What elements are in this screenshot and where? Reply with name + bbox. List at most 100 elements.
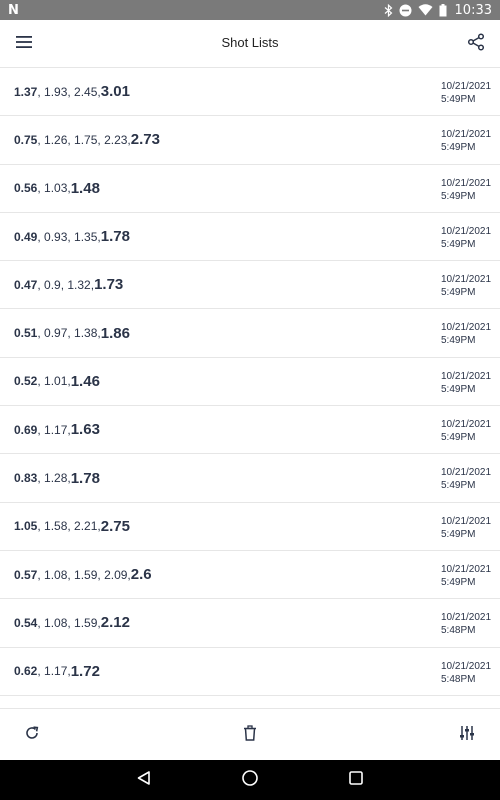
- shot-list-row[interactable]: 0.51, 0.97, 1.38, 1.86 10/21/2021 5:49PM: [0, 309, 500, 358]
- settings-button[interactable]: [455, 723, 479, 747]
- delete-button[interactable]: [238, 723, 262, 747]
- timestamp-date: 10/21/2021: [441, 370, 492, 382]
- middle-shot-times: , 1.93, 2.45,: [37, 84, 101, 99]
- timestamp-date: 10/21/2021: [441, 129, 492, 141]
- shot-times: 0.83, 1.28, 1.78: [14, 454, 100, 501]
- last-shot-time: 1.78: [70, 469, 100, 487]
- timestamp-date: 10/21/2021: [441, 419, 492, 431]
- middle-shot-times: , 1.03,: [37, 181, 71, 196]
- bluetooth-icon: [384, 3, 393, 17]
- timestamp: 10/21/2021 5:49PM: [441, 80, 491, 106]
- first-shot-time: 0.57: [14, 567, 38, 582]
- shot-list-row[interactable]: 0.75, 1.26, 1.75, 2.23, 2.73 10/21/2021 5:…: [0, 116, 500, 165]
- shot-list-row[interactable]: 0.57, 1.08, 1.59, 2.09, 2.6 10/21/2021 5:4…: [0, 551, 500, 600]
- last-shot-time: 1.78: [100, 228, 130, 246]
- timestamp-time: 5:49PM: [441, 528, 476, 540]
- middle-shot-times: , 1.17,: [37, 664, 71, 679]
- first-shot-time: 1.37: [14, 84, 38, 99]
- timestamp: 10/21/2021 5:49PM: [441, 418, 491, 444]
- shot-times: 0.56, 1.03, 1.48: [14, 165, 100, 212]
- timestamp-time: 5:49PM: [441, 576, 476, 588]
- timestamp: 10/21/2021 5:49PM: [441, 321, 491, 347]
- first-shot-time: 1.05: [14, 519, 38, 534]
- shot-times: 0.54, 1.08, 1.59, 2.12: [14, 599, 130, 646]
- timestamp-date: 10/21/2021: [441, 467, 492, 479]
- status-bar: N 10:33: [0, 0, 500, 20]
- timestamp-date: 10/21/2021: [441, 515, 492, 527]
- first-shot-time: 0.47: [14, 277, 38, 292]
- shot-list-row[interactable]: 0.83, 1.28, 1.78 10/21/2021 5:49PM: [0, 454, 500, 503]
- shot-list-row[interactable]: 0.62, 1.17, 1.72 10/21/2021 5:48PM: [0, 648, 500, 696]
- last-shot-time: 2.73: [130, 131, 160, 149]
- timestamp-time: 5:49PM: [441, 238, 476, 250]
- shot-times: 0.69, 1.17, 1.63: [14, 406, 100, 453]
- timestamp: 10/21/2021 5:49PM: [441, 515, 491, 541]
- timestamp-time: 5:49PM: [441, 383, 476, 395]
- shot-times: 1.37, 1.93, 2.45, 3.01: [14, 68, 130, 115]
- battery-icon: [439, 3, 447, 17]
- timestamp-time: 5:49PM: [441, 94, 476, 105]
- status-icons: 10:33: [384, 2, 492, 18]
- shot-times: 0.62, 1.17, 1.72: [14, 648, 100, 695]
- app-bar: Shot Lists: [0, 20, 500, 68]
- shot-list-row[interactable]: 0.49, 0.93, 1.35, 1.78 10/21/2021 5:49PM: [0, 213, 500, 262]
- dnd-icon: [399, 4, 412, 17]
- timestamp-time: 5:49PM: [441, 335, 476, 347]
- timestamp: 10/21/2021 5:49PM: [441, 466, 491, 492]
- timestamp: 10/21/2021 5:49PM: [441, 177, 491, 203]
- timestamp-time: 5:49PM: [441, 480, 476, 492]
- last-shot-time: 1.73: [94, 276, 124, 294]
- timestamp: 10/21/2021 5:48PM: [441, 611, 491, 637]
- middle-shot-times: , 1.08, 1.59, 2.09,: [37, 567, 131, 582]
- shot-list-row[interactable]: 0.52, 1.01, 1.46 10/21/2021 5:49PM: [0, 358, 500, 407]
- shot-list-row[interactable]: 0.47, 0.9, 1.32, 1.73 10/21/2021 5:49PM: [0, 261, 500, 310]
- bottom-toolbar: [0, 708, 500, 760]
- shot-list-row[interactable]: 0.56, 1.03, 1.48 10/21/2021 5:49PM: [0, 165, 500, 213]
- home-circle-icon: [241, 769, 259, 792]
- middle-shot-times: , 1.01,: [37, 374, 71, 389]
- last-shot-time: 2.75: [100, 517, 130, 535]
- refresh-button[interactable]: [20, 723, 44, 747]
- timestamp-date: 10/21/2021: [441, 612, 492, 624]
- shot-list: 1.37, 1.93, 2.45, 3.01 10/21/2021 5:49PM 0.…: [0, 68, 500, 708]
- back-button[interactable]: [132, 768, 156, 792]
- last-shot-time: 1.86: [100, 324, 130, 342]
- wifi-icon: [418, 4, 433, 16]
- first-shot-time: 0.62: [14, 664, 38, 679]
- timestamp-date: 10/21/2021: [441, 274, 492, 286]
- refresh-icon: [24, 725, 40, 746]
- shot-times: 0.47, 0.9, 1.32, 1.73: [14, 261, 123, 308]
- shot-list-row[interactable]: 0.54, 1.08, 1.59, 2.12 10/21/2021 5:48PM: [0, 599, 500, 648]
- shot-list-row[interactable]: 0.69, 1.17, 1.63 10/21/2021 5:49PM: [0, 406, 500, 455]
- timestamp: 10/21/2021 5:49PM: [441, 370, 491, 396]
- shot-list-row[interactable]: 1.05, 1.58, 2.21, 2.75 10/21/2021 5:49PM: [0, 503, 500, 551]
- shot-times: 0.57, 1.08, 1.59, 2.09, 2.6: [14, 551, 152, 598]
- tune-sliders-icon: [459, 725, 475, 746]
- share-button[interactable]: [462, 32, 490, 56]
- shot-times: 0.49, 0.93, 1.35, 1.78: [14, 213, 130, 260]
- share-icon: [467, 32, 485, 56]
- timestamp-date: 10/21/2021: [441, 322, 492, 334]
- timestamp: 10/21/2021 5:48PM: [441, 660, 491, 686]
- first-shot-time: 0.51: [14, 326, 38, 341]
- first-shot-time: 0.83: [14, 471, 38, 486]
- home-button[interactable]: [238, 768, 262, 792]
- notification-logo: N: [8, 3, 19, 18]
- shot-list-row[interactable]: 1.37, 1.93, 2.45, 3.01 10/21/2021 5:49PM: [0, 68, 500, 117]
- timestamp-date: 10/21/2021: [441, 225, 492, 237]
- first-shot-time: 0.54: [14, 615, 38, 630]
- recents-button[interactable]: [344, 768, 368, 792]
- timestamp-time: 5:49PM: [441, 287, 476, 299]
- last-shot-time: 2.6: [130, 566, 152, 584]
- system-nav-bar: [0, 760, 500, 800]
- middle-shot-times: , 0.93, 1.35,: [37, 229, 101, 244]
- timestamp-time: 5:49PM: [441, 432, 476, 444]
- last-shot-time: 2.12: [100, 614, 130, 632]
- first-shot-time: 0.56: [14, 181, 38, 196]
- middle-shot-times: , 1.28,: [37, 471, 71, 486]
- last-shot-time: 3.01: [100, 83, 130, 101]
- timestamp-time: 5:49PM: [441, 142, 476, 154]
- last-shot-time: 1.46: [70, 372, 100, 390]
- timestamp-date: 10/21/2021: [441, 81, 492, 92]
- shot-times: 0.75, 1.26, 1.75, 2.23, 2.73: [14, 116, 160, 163]
